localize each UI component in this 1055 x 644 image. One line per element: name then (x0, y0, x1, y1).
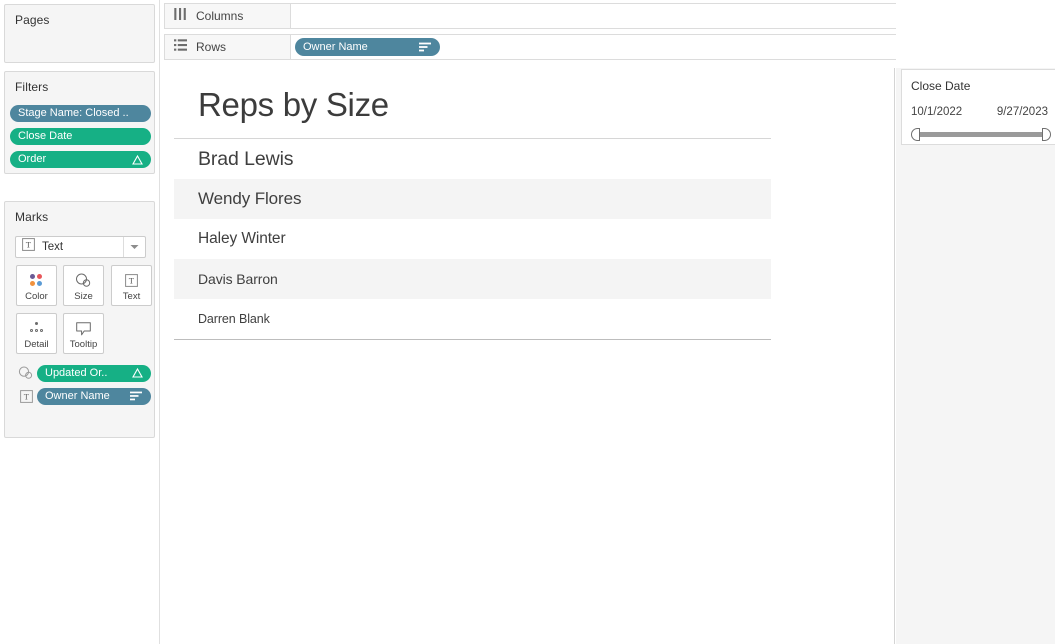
close-date-filter-title: Close Date (911, 79, 970, 93)
marks-pill-updated-order[interactable]: Updated Or.. (37, 365, 151, 382)
table-row-label: Wendy Flores (198, 189, 301, 209)
marks-tooltip-button[interactable]: Tooltip (63, 313, 104, 354)
filter-pill-label: Stage Name: Closed .. (18, 105, 129, 122)
table-row-label: Haley Winter (198, 230, 286, 248)
marks-tooltip-label: Tooltip (70, 340, 97, 350)
color-dots-icon (30, 272, 43, 289)
visualization-pane[interactable]: Reps by Size Brad Lewis Wendy Flores Haley… (161, 68, 895, 644)
text-mark-icon: T (22, 238, 35, 256)
table-row-label: Davis Barron (198, 271, 278, 287)
filter-pill-label: Close Date (18, 128, 72, 145)
delta-icon (132, 155, 143, 165)
delta-icon (132, 368, 143, 378)
filter-pill-stage-name[interactable]: Stage Name: Closed .. (10, 105, 151, 122)
mark-type-dropdown[interactable]: T Text (15, 236, 146, 258)
rows-pill-owner-name[interactable]: Owner Name (295, 38, 440, 56)
marks-detail-button[interactable]: Detail (16, 313, 57, 354)
tableau-worksheet: Pages Filters Stage Name: Closed .. Clos… (0, 0, 1055, 644)
rows-icon (174, 38, 187, 56)
close-date-filter-card[interactable]: Close Date 10/1/2022 9/27/2023 (901, 69, 1055, 145)
marks-card[interactable]: Marks T Text (4, 201, 155, 438)
marks-pill-list: Updated Or.. T O (17, 364, 152, 410)
right-panel-top-strip (896, 0, 1055, 68)
marks-pill-row-size: Updated Or.. (17, 364, 152, 382)
close-date-max-label: 9/27/2023 (997, 106, 1048, 118)
rows-shelf-label-box: Rows (164, 34, 291, 60)
marks-pill-row-text: T Owner Name (17, 387, 152, 405)
table-row-label: Darren Blank (198, 312, 270, 326)
left-sidebar: Pages Filters Stage Name: Closed .. Clos… (0, 0, 160, 644)
marks-color-label: Color (25, 292, 48, 302)
pages-card[interactable]: Pages (4, 4, 155, 63)
marks-text-label: Text (123, 292, 140, 302)
right-panel: Close Date 10/1/2022 9/27/2023 (896, 0, 1055, 644)
rows-shelf-label: Rows (196, 40, 226, 54)
sort-icon (130, 391, 143, 401)
marks-color-button[interactable]: Color (16, 265, 57, 306)
close-date-range-slider[interactable] (911, 127, 1051, 142)
marks-text-button[interactable]: T Text (111, 265, 152, 306)
mark-type-label: Text (42, 241, 123, 253)
table-row-label: Brad Lewis (198, 148, 293, 171)
marks-size-label: Size (74, 292, 92, 302)
slider-handle-left[interactable] (911, 128, 920, 141)
columns-shelf-label-box: Columns (164, 3, 291, 29)
filter-pill-close-date[interactable]: Close Date (10, 128, 151, 145)
svg-text:T: T (129, 275, 135, 285)
filter-pill-list: Stage Name: Closed .. Close Date Order (10, 105, 151, 174)
marks-size-button[interactable]: Size (63, 265, 104, 306)
text-box-icon: T (125, 272, 138, 289)
svg-text:T: T (26, 239, 32, 249)
size-circles-icon (75, 272, 92, 289)
chevron-down-icon[interactable] (123, 237, 145, 257)
size-circles-icon (17, 365, 35, 381)
rows-pill-label: Owner Name (303, 38, 368, 56)
marks-card-title: Marks (5, 202, 154, 224)
close-date-min-label: 10/1/2022 (911, 106, 962, 118)
marks-pill-owner-name[interactable]: Owner Name (37, 388, 151, 405)
columns-icon (174, 7, 187, 25)
filter-pill-order[interactable]: Order (10, 151, 151, 168)
svg-text:T: T (23, 391, 29, 401)
table-row[interactable]: Haley Winter (174, 219, 771, 259)
text-box-icon: T (17, 388, 35, 404)
text-table-rows: Brad Lewis Wendy Flores Haley Winter Davis … (174, 139, 771, 339)
marks-pill-label: Updated Or.. (45, 365, 107, 382)
marks-detail-label: Detail (24, 340, 48, 350)
pages-card-title: Pages (5, 5, 154, 27)
filters-card-title: Filters (5, 72, 154, 94)
table-bottom-divider (174, 339, 771, 340)
marks-pill-label: Owner Name (45, 388, 110, 405)
columns-shelf-label: Columns (196, 9, 243, 23)
table-row[interactable]: Davis Barron (174, 259, 771, 299)
slider-handle-right[interactable] (1042, 128, 1051, 141)
detail-dots-icon (29, 320, 44, 337)
sort-icon (419, 42, 432, 52)
table-row[interactable]: Darren Blank (174, 299, 771, 339)
filter-pill-label: Order (18, 151, 46, 168)
slider-track[interactable] (919, 132, 1043, 137)
table-row[interactable]: Wendy Flores (174, 179, 771, 219)
table-row[interactable]: Brad Lewis (174, 139, 771, 179)
filters-card[interactable]: Filters Stage Name: Closed .. Close Date… (4, 71, 155, 174)
tooltip-icon (76, 320, 91, 337)
page-title: Reps by Size (198, 86, 389, 124)
